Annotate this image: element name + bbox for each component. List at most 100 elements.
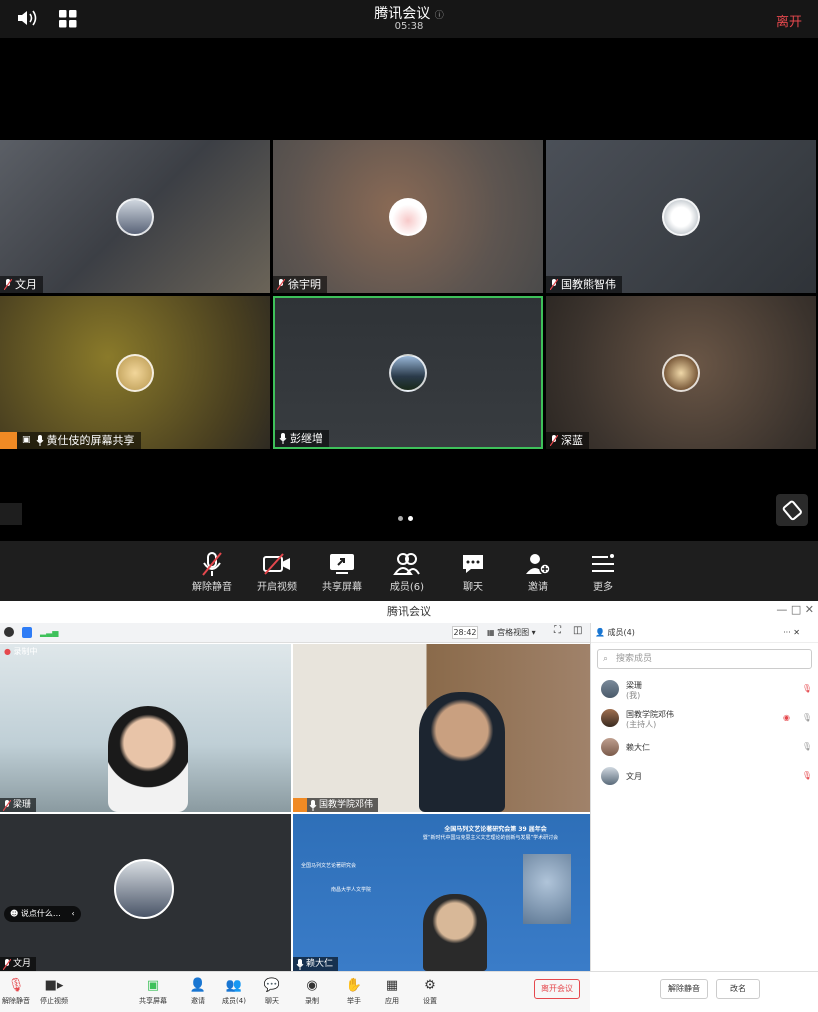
video-tile[interactable]: ▣ 黄仕伎的屏幕共享 [0,296,270,449]
members-icon: 👥 [225,977,243,993]
recording-icon: ◉ [783,713,790,722]
rotate-screen-button[interactable] [776,494,808,526]
apps-icon: ▦ [385,977,399,993]
share-screen-button[interactable]: 共享屏幕 [312,550,372,593]
info-icon[interactable]: ⓘ [435,11,444,21]
leave-meeting-button[interactable]: 离开会议 [534,979,580,999]
member-row[interactable]: 赖大仁 🎙 [591,733,818,762]
unmute-button[interactable]: 🎙 解除静音 [0,974,36,1006]
member-row[interactable]: 文月 🎙 [591,762,818,791]
chevron-left-icon[interactable]: ‹ [71,909,74,918]
chat-icon: 💬 [263,977,281,993]
apps-button[interactable]: ▦ 应用 [372,974,412,1006]
tile-label: 梁珊 [0,798,37,812]
top-bar: 腾讯会议 ⓘ 05:38 离开 [0,0,818,38]
mic-muted-icon [4,279,12,290]
avatar [662,197,700,236]
grid-view-button[interactable]: ▦ 宫格视图 ▾ [487,626,547,639]
avatar [662,353,700,392]
member-row[interactable]: 国教学院邓伟 (主持人) ◉ 🎙 [591,704,818,733]
more-button[interactable]: 更多 [573,550,633,593]
mic-muted-icon [3,799,11,811]
window-controls[interactable]: — □ ✕ [776,603,814,616]
slide-host: 南昌大学人文学院 [331,887,372,893]
window-title: 腾讯会议 [387,605,431,618]
video-tile[interactable]: 深蓝 [546,296,816,449]
tile-label: 彭继增 [275,430,329,447]
meeting-title: 腾讯会议 ⓘ [374,6,444,22]
tile-label: ▣ 黄仕伎的屏幕共享 [0,432,141,449]
share-screen-button[interactable]: ▣ 共享屏幕 [133,974,173,1006]
sidebar-toggle-icon[interactable]: ◫ [573,625,582,636]
participant-video [108,706,188,812]
video-tile[interactable]: ☻ 说点什么… ‹ 文月 [0,814,291,971]
mic-icon [296,958,304,970]
slide-subtitle: 暨“新时代中国马克思主义文艺理论的创新与发展”学术研讨会 [422,835,559,841]
slide-host: 全国马列文艺论著研究会 [301,863,357,869]
video-icon: ■▸ [44,977,64,993]
mic-icon [36,435,43,446]
mic-muted-icon[interactable]: 🎙 [802,771,812,780]
member-row[interactable]: 梁珊 (我) 🎙 [591,675,818,704]
shield-icon[interactable] [22,627,32,638]
video-tile[interactable]: ● 录制中 梁珊 [0,644,291,812]
record-button[interactable]: ◉ 录制 [292,974,332,1006]
slide-title: 全国马列文艺论著研究会第 39 届年会 [444,826,547,833]
members-button[interactable]: 👥 成员(4) [214,974,254,1006]
avatar [601,767,619,785]
video-tile[interactable]: 国教熊智伟 [546,140,816,293]
mic-icon[interactable]: 🎙 [802,713,812,722]
tile-label: 徐宇明 [273,276,327,293]
signal-icon[interactable]: ▂▃▅ [40,628,58,637]
invite-button[interactable]: 👤 邀请 [178,974,218,1006]
stop-video-button[interactable]: ■▸ 停止视频 [34,974,74,1006]
avatar [601,709,619,727]
chat-button[interactable]: 聊天 [443,550,503,593]
avatar [389,197,427,236]
chat-button[interactable]: 💬 聊天 [252,974,292,1006]
settings-button[interactable]: ⚙ 设置 [410,974,450,1006]
info-icon[interactable] [4,627,14,637]
screen-share-icon: ▣ [22,435,31,445]
leave-button[interactable]: 离开 [776,11,802,30]
share-screen-icon [330,554,354,574]
invite-button[interactable]: 邀请 [508,550,568,593]
mic-icon [309,799,317,811]
slide-portrait [523,854,571,924]
video-tile[interactable]: 徐宇明 [273,140,543,293]
video-off-icon [263,553,290,575]
participant-video [423,894,487,971]
members-panel: 👤 成员(4) ··· ✕ ⌕ 搜索成员 梁珊 (我) 🎙 国教学院邓伟 (主持人)… [590,623,818,971]
video-tile-active[interactable]: 彭继增 [273,296,543,449]
fullscreen-icon[interactable]: ⛶ [554,625,561,636]
mic-muted-icon [277,279,285,290]
mic-muted-icon [202,552,222,576]
unmute-all-button[interactable]: 解除静音 [660,979,708,999]
tile-label: 文月 [0,957,37,971]
mic-muted-icon [550,279,558,290]
participant-video [419,692,505,812]
tile-label: 深蓝 [546,432,589,449]
members-icon [393,553,420,575]
chat-input[interactable]: ☻ 说点什么… ‹ [4,906,81,922]
member-search-input[interactable]: ⌕ 搜索成员 [597,649,812,669]
video-tile[interactable]: 文月 [0,140,270,293]
mic-icon[interactable]: 🎙 [802,742,812,751]
start-video-button[interactable]: 开启视频 [247,550,307,593]
side-menu-handle[interactable] [0,503,22,525]
rename-button[interactable]: 改名 [716,979,760,999]
more-icon[interactable]: ··· ✕ [783,623,800,643]
record-icon: ◉ [306,977,318,993]
tile-label: 赖大仁 [293,957,339,971]
members-button[interactable]: 成员(6) [377,550,437,593]
gear-icon: ⚙ [424,977,436,993]
mic-muted-icon[interactable]: 🎙 [802,684,812,693]
mic-icon [279,433,287,444]
rotate-icon [782,500,802,521]
avatar [116,197,154,236]
raise-hand-button[interactable]: ✋ 举手 [334,974,374,1006]
video-tile[interactable]: 国教学院邓伟 [293,644,590,812]
unmute-button[interactable]: 解除静音 [182,550,242,593]
mic-muted-icon [550,435,558,446]
video-tile[interactable]: 全国马列文艺论著研究会第 39 届年会 暨“新时代中国马克思主义文艺理论的创新与… [293,814,590,971]
